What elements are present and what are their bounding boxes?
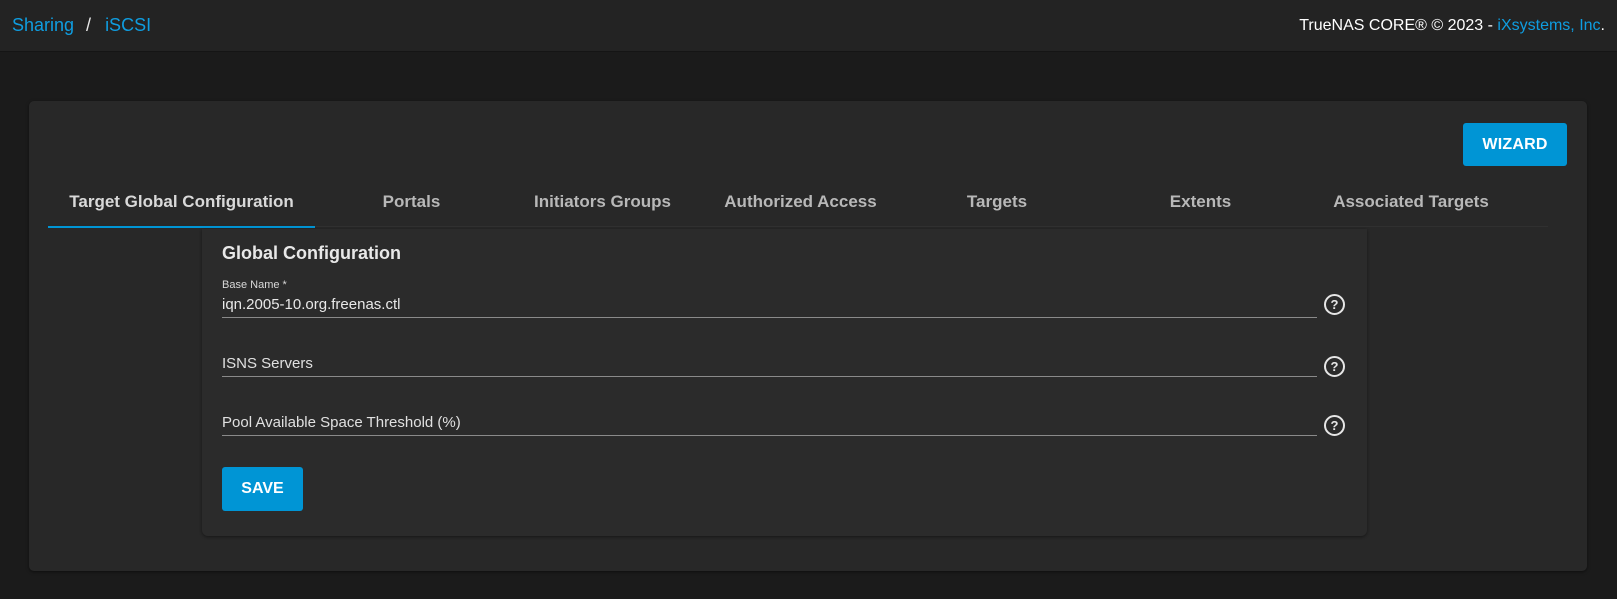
tab-target-global-configuration[interactable]: Target Global Configuration (48, 177, 315, 228)
help-circle-icon[interactable]: ? (1324, 356, 1345, 377)
breadcrumb-iscsi[interactable]: iSCSI (105, 15, 151, 36)
tab-associated-targets[interactable]: Associated Targets (1311, 177, 1511, 227)
tab-bar: Target Global Configuration Portals Init… (48, 177, 1548, 228)
iscsi-card: WIZARD Target Global Configuration Porta… (29, 101, 1587, 571)
copyright-text: TrueNAS CORE® © 2023 - (1299, 16, 1498, 34)
form-title: Global Configuration (222, 243, 401, 263)
vendor-link[interactable]: iXsystems, Inc (1497, 17, 1600, 34)
pool-threshold-row (222, 410, 1317, 436)
pool-threshold-label (222, 397, 1317, 410)
isns-servers-label (222, 338, 1317, 351)
wizard-button[interactable]: WIZARD (1463, 123, 1567, 166)
breadcrumb-separator: / (86, 15, 92, 35)
help-circle-icon[interactable]: ? (1324, 415, 1345, 436)
breadcrumb-sharing[interactable]: Sharing (12, 15, 74, 36)
base-name-input[interactable] (222, 296, 1317, 313)
breadcrumb: Sharing / iSCSI (12, 15, 151, 36)
pool-threshold-field: ? (222, 397, 1345, 436)
help-circle-icon[interactable]: ? (1324, 294, 1345, 315)
copyright-notice: TrueNAS CORE® © 2023 - iXsystems, Inc. (1299, 17, 1605, 35)
top-bar: Sharing / iSCSI TrueNAS CORE® © 2023 - i… (0, 0, 1617, 52)
isns-servers-field: ? (222, 338, 1345, 377)
tab-authorized-access[interactable]: Authorized Access (697, 177, 904, 227)
isns-servers-row (222, 351, 1317, 377)
base-name-label: Base Name * (222, 279, 287, 291)
base-name-row (222, 292, 1317, 318)
tab-portals[interactable]: Portals (315, 177, 508, 227)
tab-targets[interactable]: Targets (904, 177, 1090, 227)
isns-servers-input[interactable] (222, 355, 1317, 372)
copyright-suffix: . (1600, 16, 1605, 34)
save-button[interactable]: SAVE (222, 467, 303, 511)
tab-extents[interactable]: Extents (1090, 177, 1311, 227)
pool-threshold-input[interactable] (222, 414, 1317, 431)
global-configuration-form: Global Configuration Base Name * ? ? ? S… (202, 229, 1367, 536)
tab-initiators-groups[interactable]: Initiators Groups (508, 177, 697, 227)
base-name-field: Base Name * ? (222, 279, 1345, 318)
